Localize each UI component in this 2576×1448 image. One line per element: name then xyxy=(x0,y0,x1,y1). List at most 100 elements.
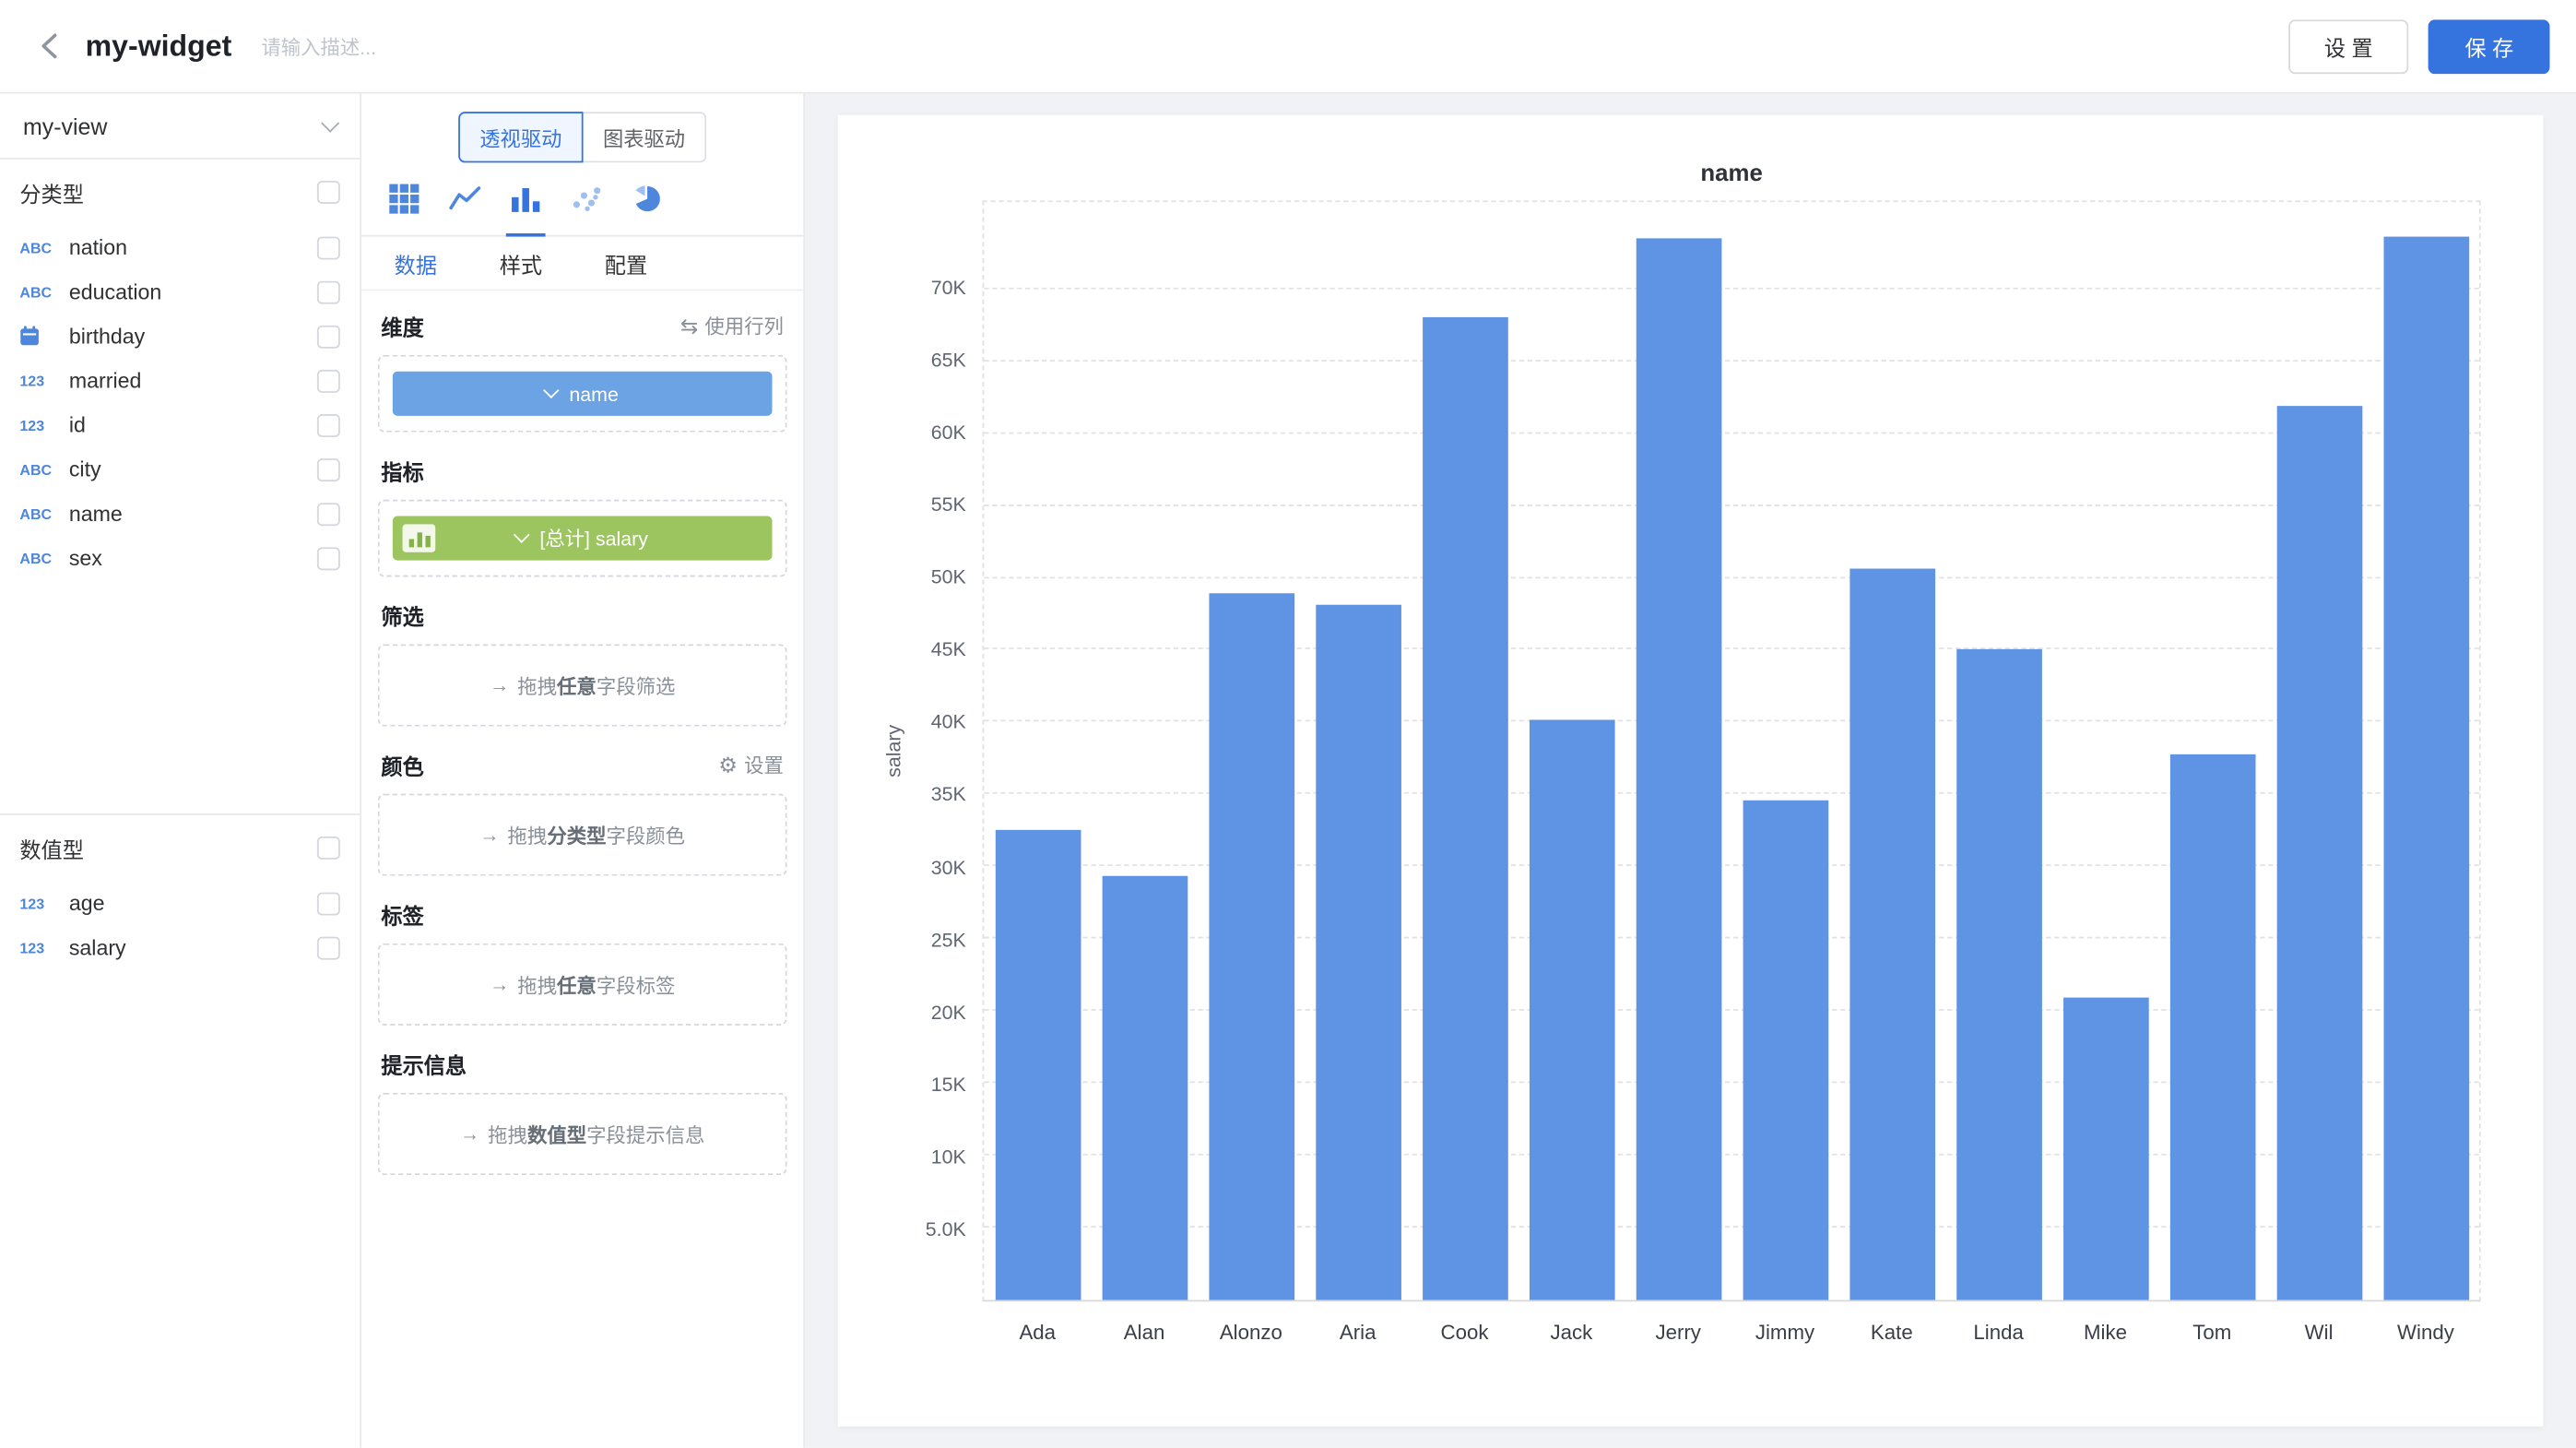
field-name: nation xyxy=(69,235,317,260)
color-section: 颜色 ⚙ 设置 → 拖拽分类型字段颜色 xyxy=(378,750,787,876)
numeric-section-label: 数值型 xyxy=(19,833,84,864)
label-section-label: 标签 xyxy=(381,899,423,931)
field-row-id[interactable]: 123 id xyxy=(19,403,339,447)
field-checkbox[interactable] xyxy=(317,892,340,915)
metric-section: 指标 [总计] salary xyxy=(378,456,787,577)
bar-Alonzo[interactable] xyxy=(1209,594,1294,1300)
tab-style[interactable]: 样式 xyxy=(500,247,542,279)
field-checkbox[interactable] xyxy=(317,546,340,569)
mode-chart-driven[interactable]: 图表驱动 xyxy=(584,112,707,162)
bar-Linda[interactable] xyxy=(1956,648,2041,1300)
categorical-select-all-checkbox[interactable] xyxy=(317,181,340,204)
field-checkbox[interactable] xyxy=(317,369,340,392)
drop-arrow-icon: → xyxy=(490,674,509,697)
numeric-select-all-checkbox[interactable] xyxy=(317,837,340,860)
text-field-icon: ABC xyxy=(19,239,68,255)
metric-pill-salary[interactable]: [总计] salary xyxy=(393,516,773,561)
tab-data[interactable]: 数据 xyxy=(395,247,437,279)
categorical-section: 分类型 ABC nation ABC education birthday 12… xyxy=(0,160,360,580)
field-name: education xyxy=(69,279,317,304)
field-checkbox[interactable] xyxy=(317,502,340,525)
table-chart-icon[interactable] xyxy=(386,181,422,217)
x-axis-category-label: Windy xyxy=(2359,1322,2492,1345)
bar-chart-icon[interactable] xyxy=(508,181,544,217)
field-checkbox[interactable] xyxy=(317,236,340,259)
metric-slot: [总计] salary xyxy=(378,500,787,577)
bar-Jerry[interactable] xyxy=(1636,238,1721,1300)
chart-title: name xyxy=(983,161,2481,188)
field-row-age[interactable]: 123 age xyxy=(19,881,339,925)
number-field-icon: 123 xyxy=(19,373,68,389)
field-row-nation[interactable]: ABC nation xyxy=(19,225,339,269)
use-rows-cols-button[interactable]: ⇆ 使用行列 xyxy=(680,313,784,340)
tooltip-drop-text: 拖拽数值型字段提示信息 xyxy=(488,1120,704,1147)
y-axis-tick-label: 10K xyxy=(931,1145,966,1169)
bar-column: Alan xyxy=(1091,202,1198,1300)
bar-Mike[interactable] xyxy=(2062,998,2148,1300)
field-checkbox[interactable] xyxy=(317,457,340,481)
field-row-education[interactable]: ABC education xyxy=(19,269,339,314)
text-field-icon: ABC xyxy=(19,505,68,522)
field-checkbox[interactable] xyxy=(317,936,340,959)
bar-Tom[interactable] xyxy=(2169,754,2255,1300)
y-axis-tick-label: 35K xyxy=(931,783,966,806)
line-chart-icon[interactable] xyxy=(447,181,483,217)
back-button[interactable] xyxy=(27,21,76,70)
field-row-married[interactable]: 123 married xyxy=(19,358,339,402)
mode-pivot-driven[interactable]: 透视驱动 xyxy=(458,112,583,162)
drop-arrow-icon: → xyxy=(490,973,509,996)
metric-label: 指标 xyxy=(381,456,423,487)
dimension-pill-name[interactable]: name xyxy=(393,372,773,416)
view-selector[interactable]: my-view xyxy=(0,94,360,160)
save-button[interactable]: 保 存 xyxy=(2428,18,2549,73)
bar-Aria[interactable] xyxy=(1315,605,1400,1300)
bar-column: Jimmy xyxy=(1731,202,1838,1300)
y-axis-label: salary xyxy=(882,725,905,777)
field-checkbox[interactable] xyxy=(317,325,340,348)
label-drop-zone[interactable]: → 拖拽任意字段标签 xyxy=(378,944,787,1026)
bar-Wil[interactable] xyxy=(2276,406,2362,1300)
tab-settings[interactable]: 配置 xyxy=(605,247,647,279)
tooltip-drop-zone[interactable]: → 拖拽数值型字段提示信息 xyxy=(378,1093,787,1175)
bar-column: Ada xyxy=(984,202,1091,1300)
text-field-icon: ABC xyxy=(19,461,68,478)
filter-drop-text: 拖拽任意字段筛选 xyxy=(517,671,675,699)
filter-drop-zone[interactable]: → 拖拽任意字段筛选 xyxy=(378,645,787,727)
field-name: city xyxy=(69,457,317,481)
bar-Cook[interactable] xyxy=(1422,317,1507,1300)
field-checkbox[interactable] xyxy=(317,280,340,303)
metric-pill-label: [总计] salary xyxy=(539,524,648,552)
text-field-icon: ABC xyxy=(19,283,68,300)
color-label: 颜色 xyxy=(381,750,423,781)
field-row-salary[interactable]: 123 salary xyxy=(19,925,339,969)
field-name: married xyxy=(69,368,317,393)
description-input[interactable]: 请输入描述... xyxy=(261,32,376,60)
color-drop-zone[interactable]: → 拖拽分类型字段颜色 xyxy=(378,794,787,876)
color-settings-button[interactable]: ⚙ 设置 xyxy=(718,751,784,778)
field-checkbox[interactable] xyxy=(317,413,340,436)
numeric-field-list: 123 age 123 salary xyxy=(19,881,339,969)
y-axis-tick-label: 5.0K xyxy=(926,1217,966,1240)
scatter-chart-icon[interactable] xyxy=(569,181,605,217)
bar-Alan[interactable] xyxy=(1102,875,1188,1300)
pie-chart-icon[interactable] xyxy=(629,181,665,217)
bar-Windy[interactable] xyxy=(2383,237,2469,1300)
header: my-widget 请输入描述... 设 置 保 存 xyxy=(0,0,2576,94)
y-axis-label-wrap: salary xyxy=(880,200,907,1301)
bar-Ada[interactable] xyxy=(995,830,1081,1300)
y-axis-tick-label: 65K xyxy=(931,349,966,372)
y-axis-tick-label: 20K xyxy=(931,1001,966,1024)
config-body: 维度 ⇆ 使用行列 name 指 xyxy=(361,291,803,1198)
bar-Jimmy[interactable] xyxy=(1743,801,1828,1300)
bar-Kate[interactable] xyxy=(1849,569,1935,1300)
label-section: 标签 → 拖拽任意字段标签 xyxy=(378,899,787,1026)
field-row-name[interactable]: ABC name xyxy=(19,492,339,536)
field-row-sex[interactable]: ABC sex xyxy=(19,536,339,580)
y-axis-tick-label: 40K xyxy=(931,710,966,733)
dimension-label: 维度 xyxy=(381,311,423,342)
bar-column: Linda xyxy=(1945,202,2052,1300)
field-row-birthday[interactable]: birthday xyxy=(19,314,339,358)
settings-button[interactable]: 设 置 xyxy=(2288,18,2409,73)
bar-Jack[interactable] xyxy=(1529,719,1614,1300)
field-row-city[interactable]: ABC city xyxy=(19,447,339,492)
